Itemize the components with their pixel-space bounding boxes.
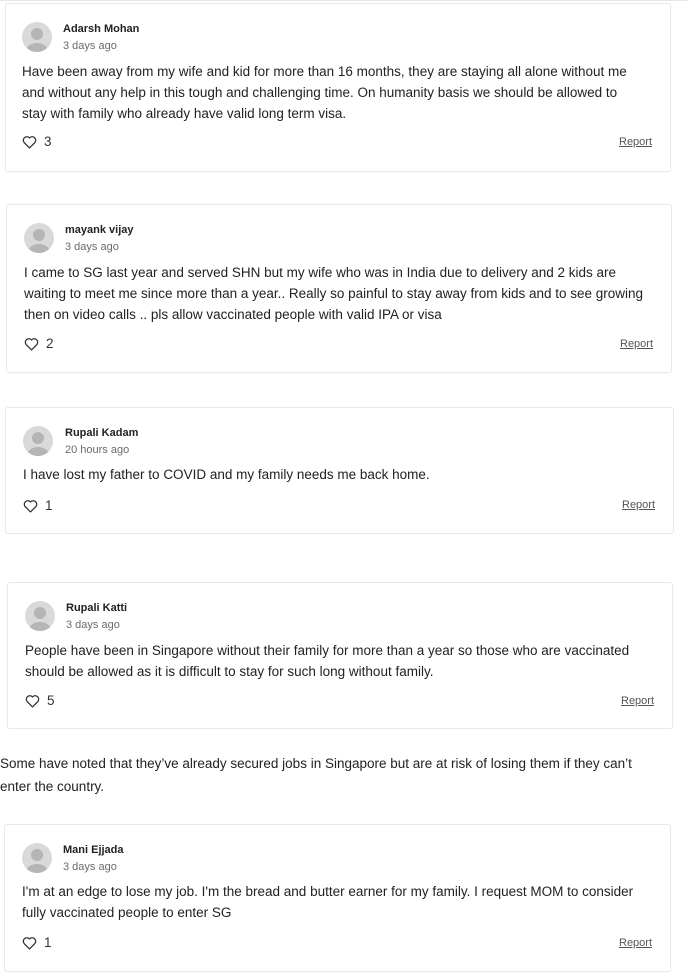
- report-link[interactable]: Report: [622, 499, 655, 511]
- like-button[interactable]: 2: [24, 336, 54, 351]
- comment-text-line: Have been away from my wife and kid for …: [22, 64, 627, 79]
- comment-text: People have been in Singapore without th…: [25, 640, 665, 682]
- like-button[interactable]: 1: [22, 935, 52, 950]
- like-count: 5: [47, 693, 55, 708]
- comment-timestamp: 3 days ago: [65, 241, 119, 253]
- avatar-icon: [25, 601, 55, 631]
- comment-card: Mani Ejjada 3 days ago I'm at an edge to…: [4, 824, 671, 972]
- like-button[interactable]: 3: [22, 134, 52, 149]
- report-link[interactable]: Report: [620, 338, 653, 350]
- comment-text: I came to SG last year and served SHN bu…: [24, 262, 664, 325]
- comment-timestamp: 3 days ago: [63, 861, 117, 873]
- like-count: 1: [44, 935, 52, 950]
- comment-timestamp: 3 days ago: [66, 619, 120, 631]
- comment-text-line: then on video calls .. pls allow vaccina…: [24, 307, 442, 322]
- avatar-icon: [22, 843, 52, 873]
- comment-text-line: and without any help in this tough and c…: [22, 85, 618, 100]
- avatar-icon: [23, 426, 53, 456]
- comment-author: mayank vijay: [65, 224, 134, 236]
- like-button[interactable]: 5: [25, 693, 55, 708]
- comment-text: I'm at an edge to lose my job. I'm the b…: [22, 881, 662, 923]
- article-paragraph: Some have noted that they’ve already sec…: [0, 752, 688, 798]
- like-count: 3: [44, 134, 52, 149]
- comment-author: Rupali Katti: [66, 602, 128, 614]
- comment-text-line: should be allowed as it is difficult to …: [25, 664, 434, 679]
- avatar-icon: [24, 223, 54, 253]
- avatar-icon: [22, 22, 52, 52]
- heart-outline-icon: [24, 337, 39, 351]
- comment-text: I have lost my father to COVID and my fa…: [23, 464, 663, 485]
- comment-text: Have been away from my wife and kid for …: [22, 61, 662, 124]
- report-link[interactable]: Report: [619, 136, 652, 148]
- heart-outline-icon: [23, 499, 38, 513]
- comment-text-line: People have been in Singapore without th…: [25, 643, 630, 658]
- comment-text-line: waiting to meet me since more than a yea…: [24, 286, 644, 301]
- article-paragraph-line: enter the country.: [0, 779, 105, 794]
- heart-outline-icon: [22, 936, 37, 950]
- top-divider: [0, 0, 688, 1]
- comment-author: Adarsh Mohan: [63, 23, 140, 35]
- comment-author: Mani Ejjada: [63, 844, 124, 856]
- heart-outline-icon: [25, 694, 40, 708]
- comment-timestamp: 3 days ago: [63, 40, 117, 52]
- like-count: 1: [45, 498, 53, 513]
- comment-author: Rupali Kadam: [65, 427, 139, 439]
- like-count: 2: [46, 336, 54, 351]
- comment-text-line: stay with family who already have valid …: [22, 106, 347, 121]
- heart-outline-icon: [22, 135, 37, 149]
- comment-text-line: I came to SG last year and served SHN bu…: [24, 265, 617, 280]
- comment-timestamp: 20 hours ago: [65, 444, 130, 456]
- article-paragraph-line: Some have noted that they’ve already sec…: [0, 756, 632, 771]
- comment-card: Rupali Kadam 20 hours ago I have lost my…: [5, 407, 674, 534]
- comment-text-line: fully vaccinated people to enter SG: [22, 905, 232, 920]
- report-link[interactable]: Report: [619, 937, 652, 949]
- comment-card: Rupali Katti 3 days ago People have been…: [7, 582, 673, 729]
- report-link[interactable]: Report: [621, 695, 654, 707]
- comment-card: Adarsh Mohan 3 days ago Have been away f…: [5, 3, 671, 172]
- comment-text-line: I'm at an edge to lose my job. I'm the b…: [22, 884, 634, 899]
- comment-text-line: I have lost my father to COVID and my fa…: [23, 467, 430, 482]
- like-button[interactable]: 1: [23, 498, 53, 513]
- comment-card: mayank vijay 3 days ago I came to SG las…: [6, 204, 672, 373]
